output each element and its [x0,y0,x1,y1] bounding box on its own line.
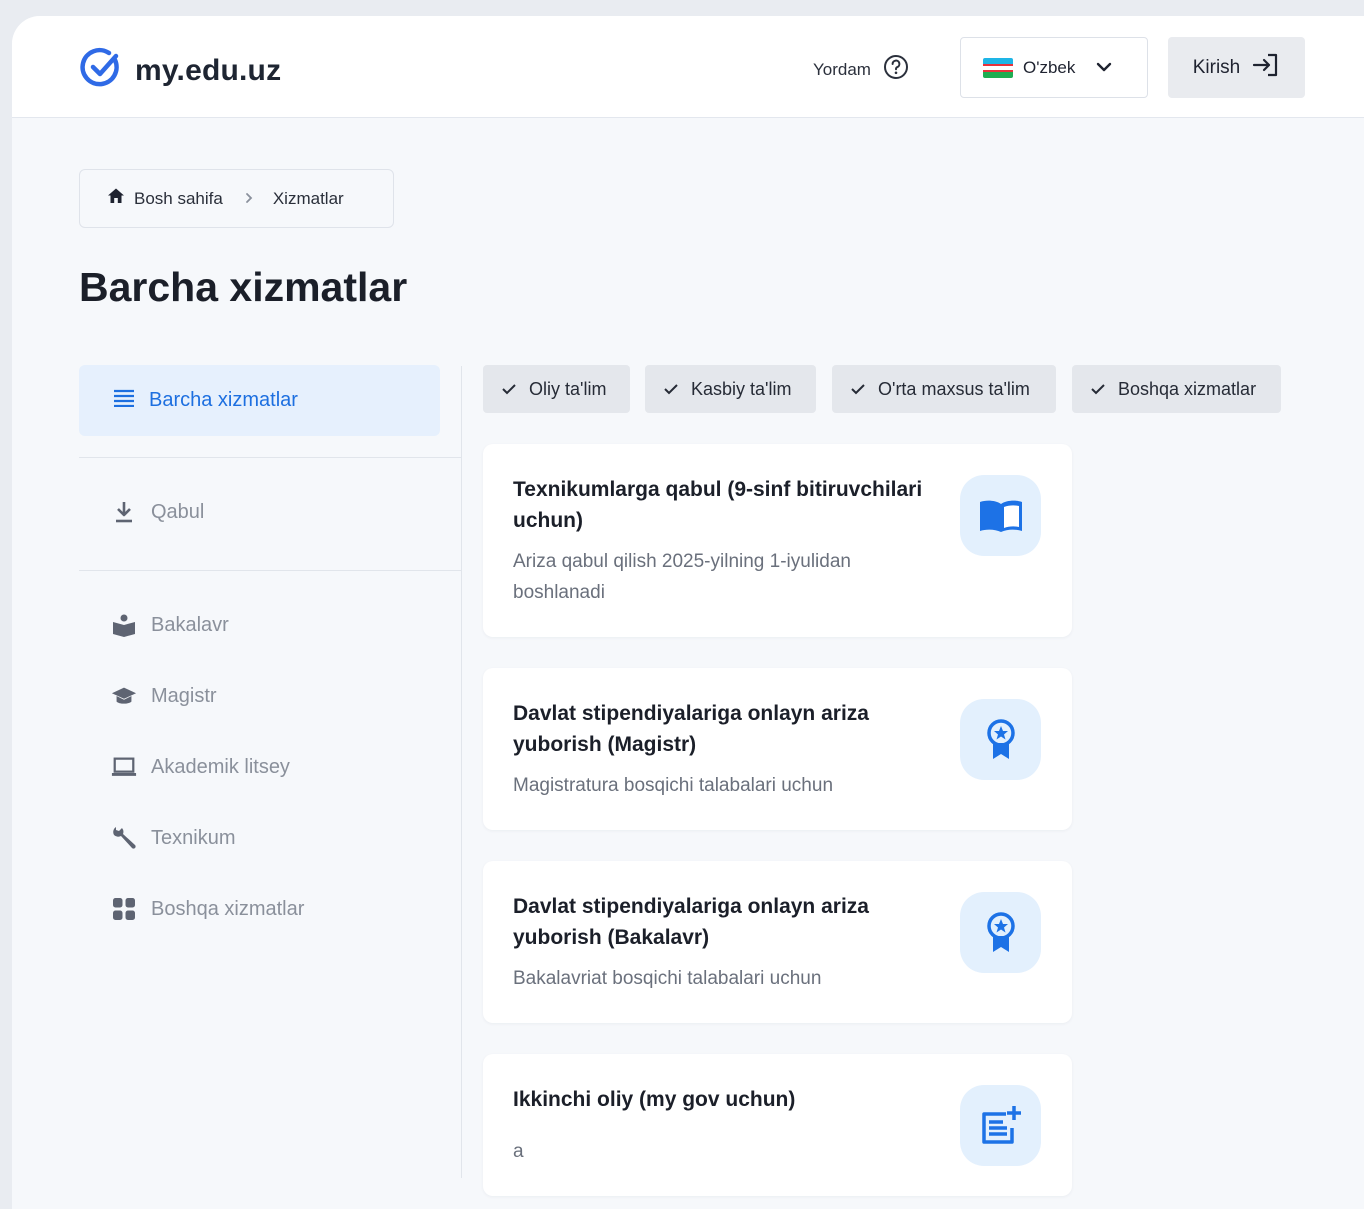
sidebar-item-label: Boshqa xizmatlar [151,897,305,920]
help-label: Yordam [813,59,871,79]
sidebar-item-texnikum[interactable]: Texnikum [111,825,235,851]
sidebar-item-magistr[interactable]: Magistr [111,683,217,709]
filter-chip-label: O'rta maxsus ta'lim [878,378,1030,399]
service-card[interactable]: Davlat stipendiyalariga onlayn ariza yub… [483,861,1072,1023]
page-title: Barcha xizmatlar [79,264,408,310]
filter-chip-label: Oliy ta'lim [529,378,607,399]
card-description: Ariza qabul qilish 2025-yilning 1-iyulid… [513,551,851,603]
filter-chip-boshqa[interactable]: Boshqa xizmatlar [1072,365,1281,413]
sidebar-item-boshqa[interactable]: Boshqa xizmatlar [111,896,304,922]
question-circle-icon [883,54,909,85]
card-title: Davlat stipendiyalariga onlayn ariza yub… [513,702,869,756]
home-icon [107,187,125,210]
sidebar-item-all-services[interactable]: Barcha xizmatlar [79,365,440,436]
sidebar-item-akademik-litsey[interactable]: Akademik litsey [111,754,290,780]
sidebar-item-label: Magistr [151,684,217,707]
card-title: Davlat stipendiyalariga onlayn ariza yub… [513,895,869,949]
card-description: a [513,1141,524,1162]
check-icon [663,379,679,400]
sidebar-item-bakalavr[interactable]: Bakalavr [111,612,229,638]
download-icon [111,499,137,525]
login-button[interactable]: Kirish [1168,37,1305,98]
card-description: Bakalavriat bosqichi talabalari uchun [513,968,822,989]
sidebar-divider [79,570,461,571]
sidebar-item-label: Qabul [151,500,205,523]
sidebar-item-label: Akademik litsey [151,755,290,778]
laptop-icon [111,754,137,780]
grid-icon [111,896,137,922]
breadcrumb-current: Xizmatlar [272,188,344,208]
filter-chip-orta-maxsus[interactable]: O'rta maxsus ta'lim [832,365,1056,413]
language-select[interactable]: O'zbek [960,37,1148,98]
check-icon [1090,379,1106,400]
list-icon [113,389,135,413]
chevron-right-icon [244,189,254,209]
service-card[interactable]: Texnikumlarga qabul (9-sinf bitiruvchila… [483,444,1072,637]
filter-chip-label: Boshqa xizmatlar [1118,378,1257,399]
sidebar-item-qabul[interactable]: Qabul [111,499,204,525]
service-card[interactable]: Ikkinchi oliy (my gov uchun) a [483,1054,1072,1196]
filter-chip-oliy[interactable]: Oliy ta'lim [483,365,630,413]
filter-chip-kasbiy[interactable]: Kasbiy ta'lim [645,365,816,413]
chevron-down-icon [1095,58,1113,78]
card-title: Ikkinchi oliy (my gov uchun) [513,1088,796,1111]
login-label: Kirish [1192,56,1241,78]
help-link[interactable]: Yordam [813,54,909,85]
open-book-icon [960,475,1041,556]
sidebar-item-label: Barcha xizmatlar [149,389,298,411]
service-card[interactable]: Davlat stipendiyalariga onlayn ariza yub… [483,668,1072,830]
award-ribbon-icon [960,892,1041,973]
header: my.edu.uz Yordam O'zbek Kirish [12,16,1364,118]
filter-chip-label: Kasbiy ta'lim [691,378,792,399]
student-reading-icon [111,612,137,638]
card-title: Texnikumlarga qabul (9-sinf bitiruvchila… [513,478,923,532]
add-document-icon [960,1085,1041,1166]
graduation-cap-icon [111,683,137,709]
logo-check-icon [79,46,123,95]
wrench-icon [111,825,137,851]
breadcrumb: Bosh sahifa Xizmatlar [79,169,394,228]
sidebar-item-label: Bakalavr [151,613,229,636]
sidebar-divider [79,457,461,458]
logo[interactable]: my.edu.uz [79,46,281,95]
language-label: O'zbek [1023,57,1076,77]
award-ribbon-icon [960,699,1041,780]
logo-text: my.edu.uz [135,53,282,87]
sidebar-item-label: Texnikum [151,826,236,849]
check-icon [850,379,866,400]
card-description: Magistratura bosqichi talabalari uchun [513,775,834,796]
uzbekistan-flag-icon [983,57,1013,78]
app-window: my.edu.uz Yordam O'zbek Kirish Bosh sahi… [12,16,1364,1209]
login-arrow-icon [1252,52,1280,84]
breadcrumb-home[interactable]: Bosh sahifa [134,189,223,209]
check-icon [501,379,517,400]
vertical-divider [461,366,462,1178]
